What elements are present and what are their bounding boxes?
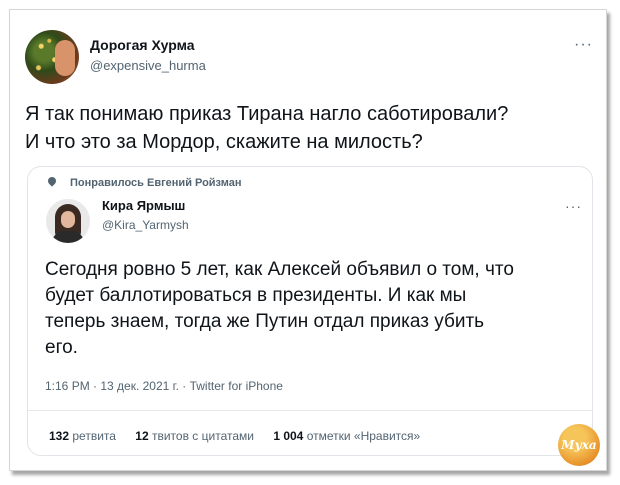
quote-more-options-icon[interactable]: ··· [565,198,582,214]
quote-text-line: его. [45,337,78,358]
quote-timestamp[interactable]: 1:16 PM · 13 дек. 2021 г. · Twitter for … [45,379,283,393]
watermark-text: Муха [561,438,597,452]
quotes-count: 12 [135,429,149,443]
quote-author-handle[interactable]: @Kira_Yarmysh [102,218,189,232]
engagement-stats: 132 ретвита 12 твитов с цитатами 1 004 о… [49,429,436,443]
retweets-label: ретвита [72,429,116,443]
quoted-tweet[interactable]: Понравилось Евгений Ройзман Кира Ярмыш @… [27,166,593,456]
quotes-label: твитов с цитатами [151,429,254,443]
tweet-text: Я так понимаю приказ Тирана нагло саботи… [25,100,585,156]
liked-by-text: Понравилось Евгений Ройзман [70,177,242,189]
tweet-text-line: Я так понимаю приказ Тирана нагло саботи… [25,103,509,125]
quote-author-name[interactable]: Кира Ярмыш [102,198,185,213]
author-name[interactable]: Дорогая Хурма [90,37,195,53]
heart-icon [46,175,58,187]
likes-label: отметки «Нравится» [306,429,421,443]
watermark-logo: Муха [558,424,600,466]
likes-count: 1 004 [273,429,304,443]
divider [28,410,592,411]
author-handle[interactable]: @expensive_hurma [90,58,206,73]
tweet-text-line: И что это за Мордор, скажите на милость? [25,131,423,153]
quote-text: Сегодня ровно 5 лет, как Алексей объявил… [45,257,565,361]
retweets-count: 132 [49,429,70,443]
quote-author-avatar[interactable] [46,199,90,243]
retweets-stat[interactable]: 132 ретвита [49,429,116,443]
quote-text-line: теперь знаем, тогда же Путин отдал прика… [45,311,485,332]
quotes-stat[interactable]: 12 твитов с цитатами [135,429,254,443]
quote-text-line: Сегодня ровно 5 лет, как Алексей объявил… [45,259,514,280]
liked-by-row: Понравилось Евгений Ройзман [46,175,242,189]
more-options-icon[interactable]: ··· [574,36,593,54]
likes-stat[interactable]: 1 004 отметки «Нравится» [273,429,420,443]
author-avatar[interactable] [25,30,79,84]
quote-text-line: будет баллотироваться в президенты. И ка… [45,285,467,306]
